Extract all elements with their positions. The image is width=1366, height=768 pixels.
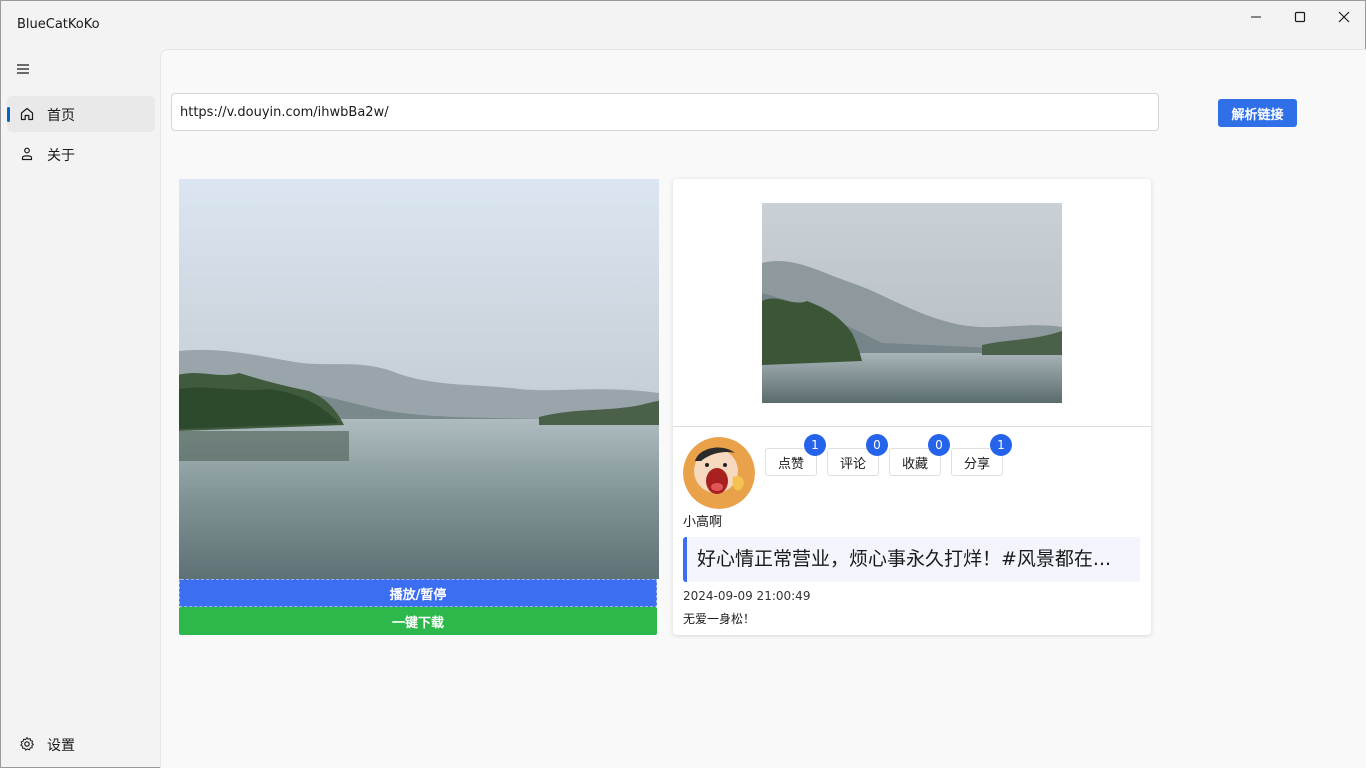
sidebar-item-label: 设置 <box>47 738 75 754</box>
play-pause-button[interactable]: 播放/暂停 <box>179 579 657 607</box>
title-bar: BlueCatKoKo <box>1 1 1365 49</box>
gear-icon <box>19 736 35 752</box>
cover-image <box>762 203 1062 403</box>
sidebar-item-about[interactable]: 关于 <box>7 136 155 172</box>
avatar[interactable] <box>683 437 755 509</box>
publish-time: 2024-09-09 21:00:49 <box>683 589 811 603</box>
sidebar-item-label: 首页 <box>47 108 75 124</box>
sidebar-item-settings[interactable]: 设置 <box>7 726 155 762</box>
video-player[interactable] <box>179 179 659 579</box>
like-count-badge: 1 <box>804 434 826 456</box>
app-title: BlueCatKoKo <box>17 17 100 32</box>
maximize-button[interactable] <box>1277 1 1323 33</box>
comment-count-badge: 0 <box>866 434 888 456</box>
parse-link-button[interactable]: 解析链接 <box>1218 99 1297 127</box>
author-name: 小高啊 <box>683 515 723 530</box>
url-input[interactable] <box>171 93 1159 131</box>
divider <box>673 426 1151 427</box>
main-content: 解析链接 <box>160 49 1366 768</box>
close-icon <box>1338 11 1350 23</box>
video-description: 好心情正常营业，烦心事永久打烊！#风景都在... <box>683 537 1140 582</box>
close-button[interactable] <box>1321 1 1366 33</box>
video-frame <box>179 179 659 579</box>
person-icon <box>19 146 35 162</box>
share-count-badge: 1 <box>990 434 1012 456</box>
minimize-icon <box>1251 16 1261 18</box>
app-window: BlueCatKoKo 首页 关于 设置 https://v.douyin.co… <box>0 0 1366 768</box>
sidebar: 首页 关于 设置 <box>1 49 160 767</box>
favorite-count-badge: 0 <box>928 434 950 456</box>
minimize-button[interactable] <box>1233 1 1279 33</box>
download-button[interactable]: 一键下载 <box>179 607 657 635</box>
video-info-card: 点赞 1 评论 0 收藏 0 分享 1 小高啊 好心情正常营业，烦心事永久打烊！… <box>673 179 1151 635</box>
author-signature: 无爱一身松！ <box>683 612 756 626</box>
hamburger-icon[interactable] <box>15 61 35 77</box>
home-icon <box>19 106 35 122</box>
maximize-icon <box>1294 11 1306 23</box>
sidebar-item-label: 关于 <box>47 148 75 164</box>
sidebar-item-home[interactable]: 首页 <box>7 96 155 132</box>
